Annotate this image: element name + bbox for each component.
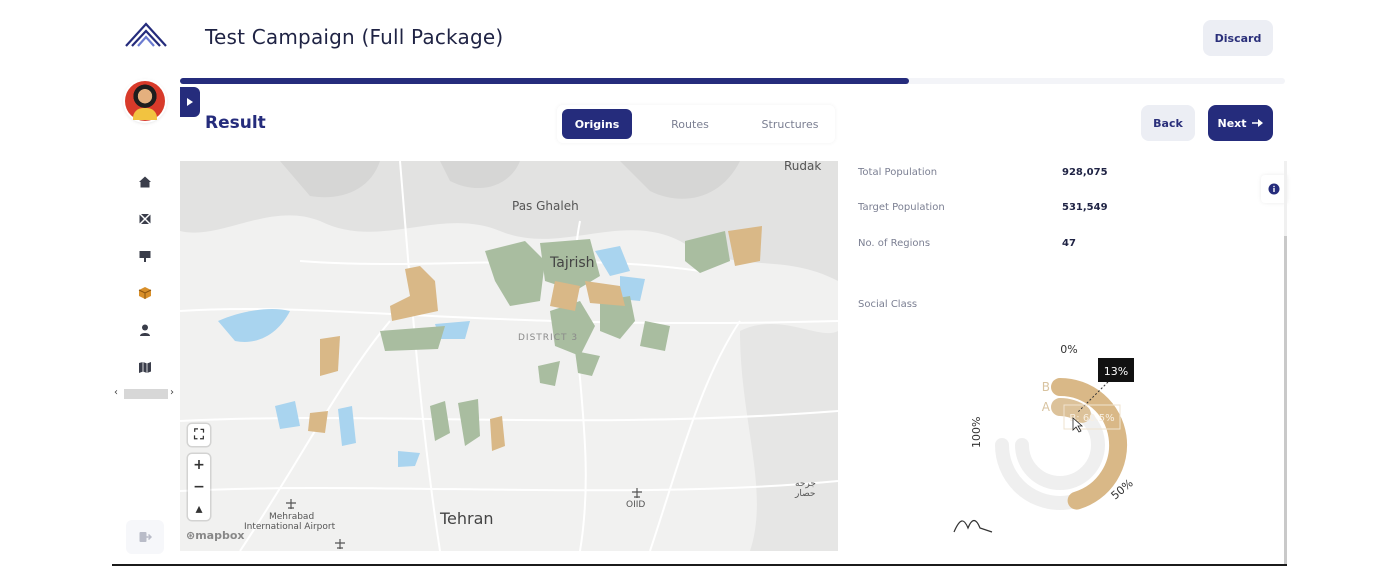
panel-scrollbar[interactable] [1284, 161, 1287, 566]
map-off-icon [139, 213, 151, 225]
map-attribution: ⊛mapbox [186, 529, 245, 542]
chart-category-label-b: B [1042, 380, 1050, 394]
next-button[interactable]: Next [1208, 105, 1273, 141]
regions-value: 47 [1062, 238, 1076, 249]
logo [125, 22, 167, 47]
line-chart-icon [953, 519, 993, 533]
map-label-tajrish: Tajrish [550, 255, 595, 271]
map-icon [139, 362, 151, 373]
compass-button[interactable]: ▴ [188, 498, 210, 520]
sidebar-scrollbar[interactable]: ‹ › [113, 387, 179, 401]
map-label-district: DISTRICT 3 [518, 333, 579, 343]
map-attribution-label: mapbox [195, 529, 245, 542]
tab-origins[interactable]: Origins [562, 109, 632, 139]
sidebar-item-map[interactable] [137, 359, 153, 375]
map-label-airport-2: International Airport [244, 522, 336, 532]
tab-structures[interactable]: Structures [750, 109, 830, 139]
sidebar-item-user[interactable] [137, 322, 153, 338]
scrollbar-thumb[interactable] [124, 389, 168, 399]
map-label-airport-1: Mehrabad [269, 512, 315, 522]
compass-icon: ▴ [195, 501, 203, 517]
chart-category-label-a: A [1042, 400, 1051, 414]
map-label-pas-ghaleh: Pas Ghaleh [512, 199, 579, 213]
discard-button[interactable]: Discard [1203, 20, 1273, 56]
sidebar-item-map-off[interactable] [137, 211, 153, 227]
play-icon [187, 98, 193, 106]
back-button[interactable]: Back [1141, 105, 1195, 141]
total-population-label: Total Population [858, 167, 938, 178]
sidebar-item-package[interactable] [137, 285, 153, 301]
fullscreen-button[interactable]: ⛶ [188, 424, 210, 446]
chart-axis-label-100: 100% [970, 417, 983, 448]
zoom-out-button[interactable]: − [188, 476, 210, 498]
progress-fill [180, 78, 909, 84]
billboard-icon [139, 251, 151, 262]
target-population-value: 531,549 [1062, 202, 1108, 213]
zoom-in-button[interactable]: + [188, 454, 210, 476]
social-class-label: Social Class [858, 299, 918, 310]
bottom-divider [112, 564, 1287, 566]
info-icon [1268, 183, 1280, 195]
user-icon [140, 324, 150, 336]
logout-button[interactable] [126, 520, 164, 554]
target-population-label: Target Population [858, 202, 945, 213]
chart-axis-label-0: 0% [1060, 343, 1077, 356]
fullscreen-icon: ⛶ [194, 427, 204, 443]
collapse-sidebar-button[interactable] [180, 87, 200, 117]
panel-scrollbar-thumb[interactable] [1284, 236, 1287, 566]
map-canvas[interactable] [180, 161, 838, 551]
social-class-chart[interactable]: AB0%50%100%13%B: 60.5% [940, 330, 1180, 545]
map-label-tehran: Tehran [440, 509, 494, 528]
home-icon [139, 176, 151, 188]
logout-icon [139, 532, 152, 542]
total-population-value: 928,075 [1062, 167, 1108, 178]
arrow-right-icon [1251, 119, 1263, 127]
avatar[interactable] [125, 81, 165, 121]
map-label-rudak: Rudak [784, 161, 822, 173]
scroll-left-icon[interactable]: ‹ [114, 387, 118, 398]
package-icon [138, 287, 152, 299]
next-button-label: Next [1217, 116, 1247, 130]
map-label-persian: جرحه حصار [795, 479, 816, 499]
regions-label: No. of Regions [858, 238, 931, 249]
page-title: Test Campaign (Full Package) [205, 25, 504, 49]
tab-bar: Origins Routes Structures [557, 105, 835, 143]
sidebar-item-billboard[interactable] [137, 248, 153, 264]
chart-tooltip-text: 13% [1104, 365, 1128, 378]
sidebar-item-home[interactable] [137, 174, 153, 190]
tab-routes[interactable]: Routes [655, 109, 725, 139]
section-title: Result [205, 113, 266, 133]
map[interactable]: Rudak Pas Ghaleh Tajrish DISTRICT 3 Tehr… [180, 161, 838, 551]
mapbox-icon: ⊛ [186, 529, 196, 542]
map-label-oiid: OIID [626, 500, 646, 510]
scroll-right-icon[interactable]: › [170, 387, 174, 398]
zoom-controls: + − ▴ [188, 454, 210, 520]
